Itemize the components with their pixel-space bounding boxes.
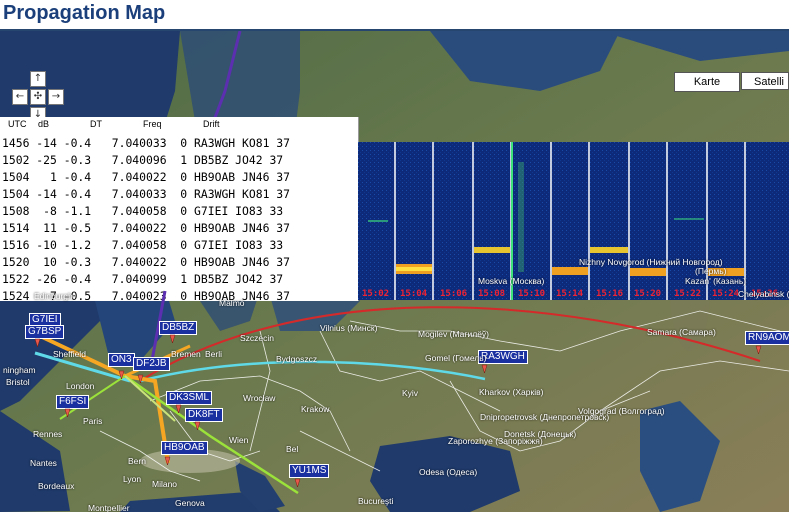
city-label: Sheffield (53, 349, 86, 359)
city-label: Odesa (Одеса) (419, 467, 478, 477)
city-label: Moskva (Москва) (478, 276, 545, 286)
city-label: Donetsk (Донецьк) (504, 429, 577, 439)
city-label: Gomel (Гомель) (425, 353, 487, 363)
city-label: Berli (205, 349, 223, 359)
city-label: Szczecin (240, 333, 275, 343)
marker-pin (194, 421, 201, 431)
city-label: Kazan' (Казань) (685, 276, 747, 286)
city-label: Chelyabinsk (Челябинск) (738, 289, 789, 299)
city-label: Edinburgh (34, 291, 73, 301)
city-label: Bristol (6, 377, 30, 387)
city-label: Wrocław (243, 393, 276, 403)
marker-pin (169, 334, 176, 344)
city-label: (Пермь) (695, 266, 727, 276)
city-label: Genova (175, 498, 205, 508)
city-label: Rennes (33, 429, 63, 439)
marker-pin (755, 345, 762, 355)
city-label: London (66, 381, 95, 391)
city-label: Milano (152, 479, 178, 489)
city-label: Nantes (30, 458, 57, 468)
page-header: Propagation Map (0, 0, 789, 31)
city-label: Montpellier (88, 503, 130, 512)
marker-pin (294, 478, 301, 488)
city-label: Kyiv (402, 388, 419, 398)
marker-pin (164, 456, 171, 466)
city-label: Bern (128, 456, 146, 466)
marker-pin (481, 364, 488, 374)
marker-pin (175, 404, 182, 414)
city-label: Bremen (171, 349, 201, 359)
city-label: Kharkov (Харків) (479, 387, 544, 397)
city-label: Bydgoszcz (276, 354, 318, 364)
station-markers (34, 334, 762, 488)
city-label: Krakow (301, 404, 330, 414)
city-label: ningham (3, 365, 36, 375)
city-label: Bucureşti (358, 496, 394, 506)
city-label: Bel (286, 444, 299, 454)
city-label: Samara (Самара) (647, 327, 716, 337)
city-label: Malmö (219, 298, 245, 308)
city-label: Bordeaux (38, 481, 75, 491)
marker-pin (137, 374, 144, 384)
marker-pin (118, 370, 125, 380)
city-label: Volgograd (Волгоград) (578, 406, 665, 416)
marker-pin (64, 408, 71, 418)
city-label: Paris (83, 416, 103, 426)
city-label: Mogilev (Магилёў) (418, 329, 490, 339)
propagation-map[interactable]: ↑ ← ✣ → ↓ Karte Satelli UTC dB DT Freq D… (0, 31, 789, 512)
page-title: Propagation Map (3, 2, 166, 24)
marker-pin (34, 338, 41, 348)
city-label: Lyon (123, 474, 142, 484)
city-label: Wien (229, 435, 249, 445)
city-label: Vilnius (Минск) (320, 323, 378, 333)
